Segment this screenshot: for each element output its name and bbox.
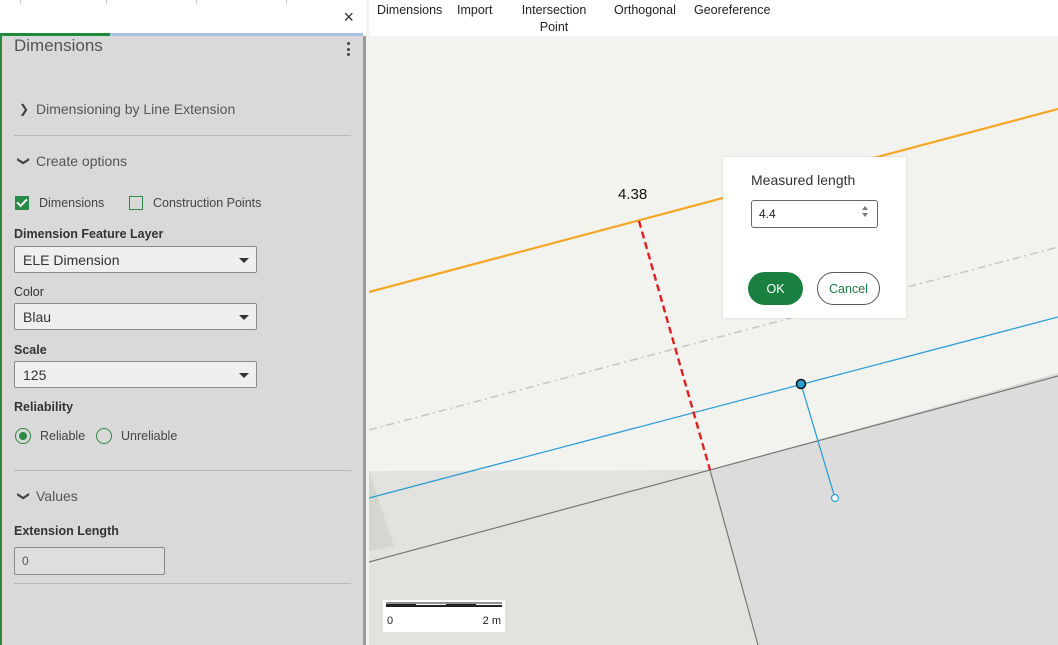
chevron-down-icon: ❯ [17,155,31,167]
scale-start-label: 0 [387,615,394,627]
divider [14,470,351,471]
chevron-down-icon: ❯ [17,490,31,502]
radio-selected-icon[interactable] [15,428,31,444]
radio-label: Unreliable [121,429,178,443]
tab-stub [20,0,21,4]
section-values[interactable]: ❯ Values [17,488,78,504]
section-label: Create options [36,153,128,169]
caret-down-icon [239,258,249,263]
scale-bar: 0 2 m [383,600,505,632]
section-label: Values [36,488,78,504]
tab-stub [196,0,197,4]
dimensions-panel: × Dimensions ❯ Dimensioning by Line Exte… [0,0,366,645]
measured-length-input[interactable]: 4.4 [751,200,878,228]
radio-reliable[interactable]: Reliable [15,428,85,444]
feature-layer-label: Dimension Feature Layer [14,227,164,241]
endpoint-handle[interactable] [830,493,840,503]
section-label: Dimensioning by Line Extension [36,101,236,117]
scale-bar-graphic [386,602,502,607]
parcel-shape [710,373,1058,645]
checkbox-label: Dimensions [39,196,105,210]
divider [14,583,351,584]
toolbar-georeference[interactable]: Georeference [694,2,770,19]
section-create-options[interactable]: ❯ Create options [17,153,128,169]
cancel-button[interactable]: Cancel [817,272,880,305]
measurement-label: 4.38 [618,186,648,203]
checkbox-dimensions[interactable]: Dimensions [15,196,104,210]
scale-label: Scale [14,343,47,357]
toolbar-dimensions[interactable]: Dimensions [377,2,442,19]
extension-length-label: Extension Length [14,524,119,538]
section-line-extension[interactable]: ❯ Dimensioning by Line Extension [18,101,235,117]
checkbox-checked-icon[interactable] [15,196,29,210]
top-toolbar: Dimensions Import Intersection Point Ort… [369,0,1058,36]
radio-unselected-icon[interactable] [96,428,112,444]
toolbar-orthogonal[interactable]: Orthogonal [614,2,676,19]
radio-unreliable[interactable]: Unreliable [96,428,177,444]
map-canvas[interactable]: 4.38 Measured length 4.4 OK Cancel 0 2 m [369,36,1058,645]
panel-accent-edge [0,36,2,645]
checkbox-construction-points[interactable]: Construction Points [129,196,261,210]
map-graphics [369,107,1058,645]
ok-button[interactable]: OK [748,272,803,305]
progress-track [110,33,363,36]
select-value: Blau [23,309,52,325]
caret-down-icon [239,315,249,320]
feature-layer-select[interactable]: ELE Dimension [14,246,257,273]
select-value: ELE Dimension [23,252,120,268]
spinner-icon[interactable] [862,206,868,217]
orange-line [369,107,1058,294]
radio-label: Reliable [40,429,86,443]
close-icon[interactable]: × [343,8,354,26]
caret-down-icon [239,373,249,378]
select-value: 125 [23,367,47,383]
dialog-title: Measured length [751,172,856,188]
reliability-label: Reliability [14,400,74,414]
input-value: 4.4 [759,207,776,221]
measured-length-dialog: Measured length 4.4 OK Cancel [723,157,906,318]
extension-length-input[interactable]: 0 [14,547,165,575]
color-label: Color [14,285,44,299]
panel-title: Dimensions [14,36,103,55]
color-select[interactable]: Blau [14,303,257,330]
toolbar-import[interactable]: Import [457,2,492,19]
toolbar-intersection-point[interactable]: Intersection Point [518,2,590,36]
tab-stub [286,0,287,4]
divider [14,135,351,136]
scale-select[interactable]: 125 [14,361,257,388]
tab-stub [106,0,107,4]
panel-header-bar: × [0,0,366,36]
vertex-point[interactable] [795,378,807,390]
more-options-icon[interactable] [344,40,352,58]
chevron-right-icon: ❯ [18,102,30,116]
checkbox-label: Construction Points [153,196,262,210]
red-dimension-line [637,220,712,471]
scale-end-label: 2 m [482,615,501,627]
checkbox-unchecked-icon[interactable] [129,196,143,210]
